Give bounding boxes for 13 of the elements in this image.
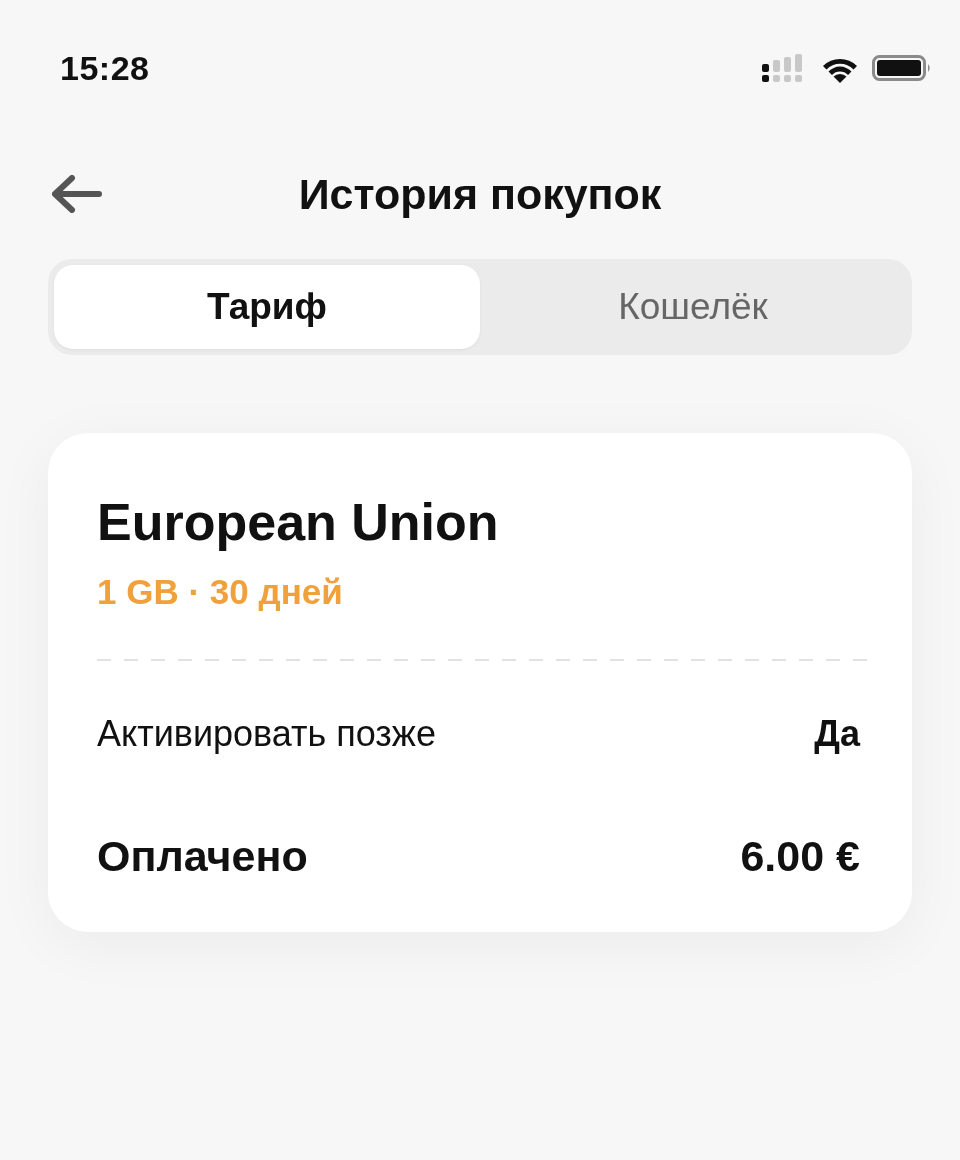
detail-label: Оплачено [97, 831, 308, 881]
signal-icon [762, 54, 804, 82]
battery-icon [872, 55, 932, 81]
plan-title: European Union [97, 492, 499, 553]
screen-title: История покупок [298, 169, 662, 219]
detail-value: Да [814, 713, 860, 755]
detail-label: Активировать позже [97, 713, 436, 755]
detail-value: 6.00 € [740, 831, 860, 881]
tab[interactable]: Кошелёк [480, 265, 906, 349]
tab[interactable]: Тариф [54, 265, 480, 349]
plan-details: 1 GB · 30 дней [97, 571, 343, 613]
status-time: 15:28 [60, 48, 150, 88]
back-arrow-icon[interactable] [50, 175, 102, 213]
